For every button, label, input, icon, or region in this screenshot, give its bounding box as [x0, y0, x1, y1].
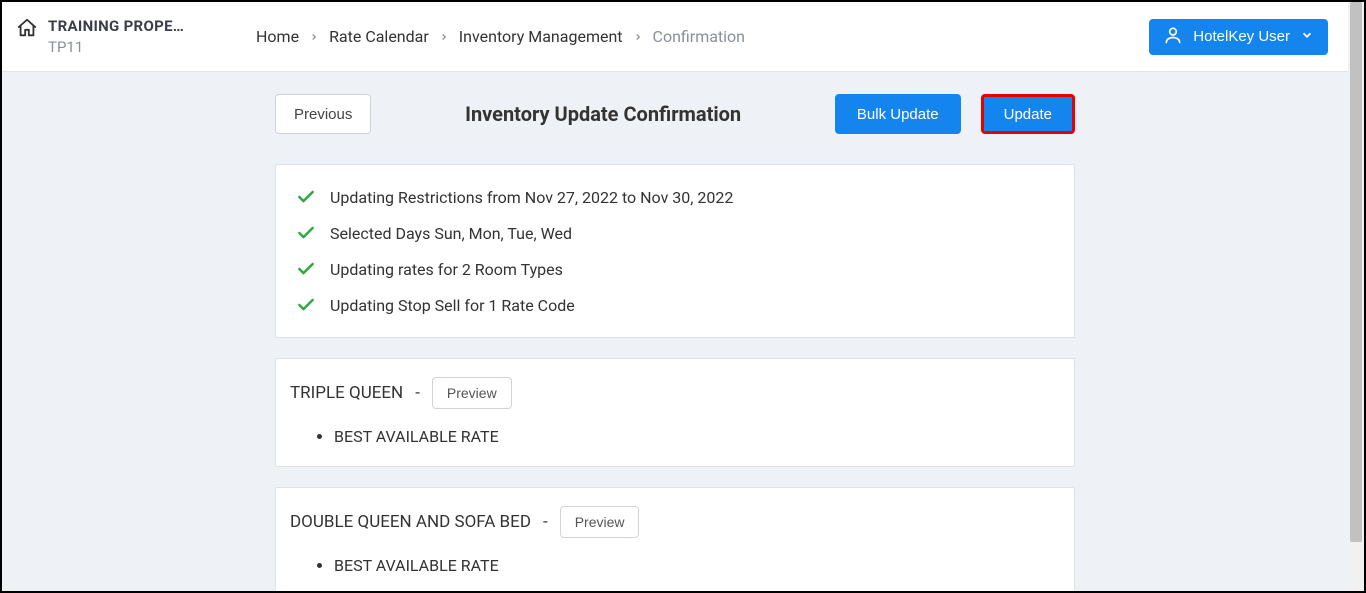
summary-line: Updating rates for 2 Room Types	[296, 259, 1054, 279]
summary-line: Updating Restrictions from Nov 27, 2022 …	[296, 187, 1054, 207]
breadcrumb-inventory-management[interactable]: Inventory Management	[459, 27, 623, 46]
user-name-label: HotelKey User	[1193, 28, 1290, 45]
property-name: TRAINING PROPE…	[48, 17, 184, 36]
breadcrumb-confirmation: Confirmation	[653, 27, 745, 46]
page-title: Inventory Update Confirmation	[391, 102, 815, 126]
preview-button[interactable]: Preview	[560, 506, 640, 538]
user-menu-button[interactable]: HotelKey User	[1149, 19, 1328, 55]
property-block: TRAINING PROPE… TP11	[16, 17, 256, 57]
rate-item: BEST AVAILABLE RATE	[334, 554, 1060, 577]
scrollbar[interactable]	[1348, 2, 1364, 591]
breadcrumb: Home Rate Calendar Inventory Management …	[256, 27, 745, 46]
chevron-right-icon	[309, 32, 319, 42]
action-bar: Previous Inventory Update Confirmation B…	[275, 82, 1075, 146]
summary-line: Updating Stop Sell for 1 Rate Code	[296, 295, 1054, 315]
breadcrumb-rate-calendar[interactable]: Rate Calendar	[329, 27, 429, 46]
separator: -	[543, 512, 548, 532]
summary-text: Updating Restrictions from Nov 27, 2022 …	[330, 188, 733, 207]
update-button[interactable]: Update	[981, 94, 1075, 134]
check-icon	[296, 187, 316, 207]
chevron-right-icon	[633, 32, 643, 42]
property-code: TP11	[48, 38, 184, 57]
previous-button[interactable]: Previous	[275, 94, 371, 134]
check-icon	[296, 223, 316, 243]
room-name: DOUBLE QUEEN AND SOFA BED	[290, 512, 531, 532]
app-header: TRAINING PROPE… TP11 Home Rate Calendar …	[2, 2, 1348, 72]
chevron-down-icon	[1300, 28, 1314, 46]
room-card: TRIPLE QUEEN - Preview BEST AVAILABLE RA…	[275, 358, 1075, 467]
room-name: TRIPLE QUEEN	[290, 383, 403, 403]
scrollbar-thumb[interactable]	[1350, 2, 1362, 542]
check-icon	[296, 295, 316, 315]
summary-text: Updating Stop Sell for 1 Rate Code	[330, 296, 575, 315]
home-icon	[16, 17, 38, 39]
main-content: Previous Inventory Update Confirmation B…	[2, 72, 1348, 591]
summary-text: Selected Days Sun, Mon, Tue, Wed	[330, 224, 572, 243]
summary-text: Updating rates for 2 Room Types	[330, 260, 563, 279]
user-icon	[1163, 25, 1183, 49]
bulk-update-button[interactable]: Bulk Update	[835, 94, 961, 134]
breadcrumb-home[interactable]: Home	[256, 27, 299, 46]
summary-card: Updating Restrictions from Nov 27, 2022 …	[275, 164, 1075, 338]
rate-item: BEST AVAILABLE RATE	[334, 425, 1060, 448]
summary-line: Selected Days Sun, Mon, Tue, Wed	[296, 223, 1054, 243]
preview-button[interactable]: Preview	[432, 377, 512, 409]
chevron-right-icon	[439, 32, 449, 42]
room-card: DOUBLE QUEEN AND SOFA BED - Preview BEST…	[275, 487, 1075, 591]
check-icon	[296, 259, 316, 279]
separator: -	[415, 383, 420, 403]
